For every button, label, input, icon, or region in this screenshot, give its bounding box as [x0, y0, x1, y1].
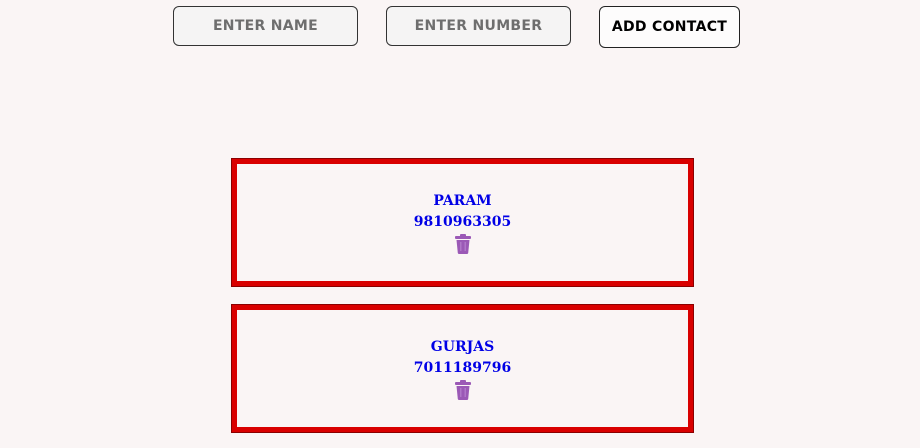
contact-number: 9810963305: [413, 214, 512, 230]
add-contact-form: ADD CONTACT: [0, 6, 920, 49]
name-input[interactable]: [173, 6, 358, 46]
contact-name: PARAM: [433, 193, 492, 209]
contact-card: GURJAS 7011189796: [231, 304, 694, 433]
add-contact-button[interactable]: ADD CONTACT: [599, 6, 740, 48]
number-input[interactable]: [386, 6, 571, 46]
contact-name: GURJAS: [430, 339, 495, 355]
trash-icon[interactable]: [454, 234, 472, 254]
contact-number: 7011189796: [413, 360, 512, 376]
contact-card: PARAM 9810963305: [231, 158, 694, 287]
trash-icon[interactable]: [454, 380, 472, 400]
